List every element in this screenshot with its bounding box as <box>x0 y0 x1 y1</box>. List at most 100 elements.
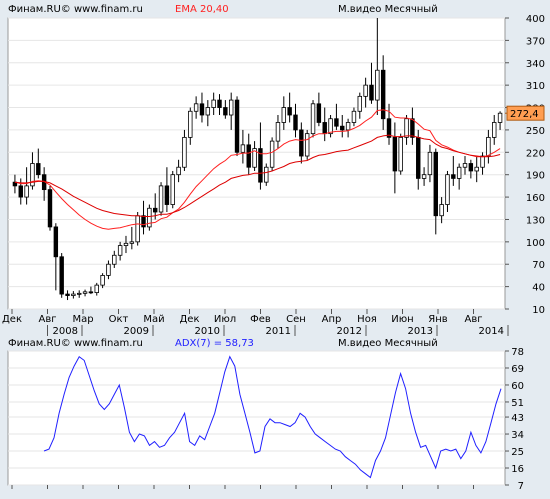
candle-body-up <box>269 140 275 168</box>
price-x-month-label: Янв <box>428 314 447 325</box>
candle-body-up <box>404 118 409 138</box>
candle-body-up <box>497 112 503 123</box>
candle-body-up <box>182 136 187 168</box>
adx-y-tick-label: 25 <box>511 447 524 458</box>
candle-body-down <box>380 69 386 120</box>
price-x-year-label: 2014 <box>479 326 504 337</box>
candle-body-up <box>427 151 433 176</box>
price-x-month-label: Сен <box>286 314 306 325</box>
candle-body-down <box>18 185 23 198</box>
candle-body-down <box>59 256 64 295</box>
candle-body-up <box>135 215 140 243</box>
candle <box>47 185 53 231</box>
candle <box>264 163 269 186</box>
candle-body-down <box>53 226 59 258</box>
candle-body-down <box>65 293 70 296</box>
candle <box>398 133 403 175</box>
candle <box>328 115 333 138</box>
top-source-label: Финам.RU© www.finam.ru <box>8 4 143 15</box>
candle-body-down <box>199 103 205 116</box>
candle-body-up <box>375 69 380 101</box>
candle-body-down <box>316 103 322 123</box>
candle-body-up <box>486 136 491 157</box>
price-x-year-label: 2009 <box>124 326 149 337</box>
candle <box>59 253 64 298</box>
price-x-month-label: Мар <box>72 314 93 325</box>
price-y-tick-label: 160 <box>526 193 545 204</box>
adx-y-tick-label: 34 <box>511 430 524 441</box>
candle-body-up <box>439 204 444 217</box>
price-x-year-label: 2012 <box>337 326 362 337</box>
price-y-tick-label: 310 <box>526 81 545 92</box>
candle-body-down <box>164 185 170 205</box>
price-x-month-label: Авг <box>39 314 57 325</box>
adx-y-tick-label: 7 <box>518 481 524 492</box>
candle-body-up <box>328 118 333 135</box>
candle <box>234 96 240 157</box>
price-y-tick-label: 190 <box>526 171 545 182</box>
price-x-month-label: Июн <box>391 314 413 325</box>
candle-body-down <box>152 207 158 213</box>
price-y-tick-label: 340 <box>526 59 545 70</box>
candle-body-up <box>421 174 427 179</box>
candle-body-down <box>468 163 474 172</box>
candle-body-up <box>94 284 99 293</box>
candle-body-up <box>456 166 462 179</box>
adx-y-tick-label: 69 <box>511 364 524 375</box>
candle-body-down <box>433 151 438 217</box>
candle-body-up <box>462 163 468 168</box>
candle-body-down <box>287 107 292 116</box>
price-x-year-label: 2010 <box>195 326 220 337</box>
candle <box>310 100 316 138</box>
adx-y-tick-label: 51 <box>511 398 524 409</box>
last-price-label: 272,4 <box>510 109 539 120</box>
candle-body-up <box>345 122 351 131</box>
candle-body-down <box>386 118 392 138</box>
candle-body-down <box>322 122 327 135</box>
candle-body-down <box>369 84 374 101</box>
candle-body-up <box>264 166 269 183</box>
candle-body-up <box>147 207 152 228</box>
candle <box>269 137 275 171</box>
price-x-month-label: Июл <box>214 314 236 325</box>
candle-body-up <box>24 185 29 198</box>
candle <box>304 129 310 160</box>
price-x-axis: Дек Авг Мар Окт Май Дек Июл Фев Сен Апр Ноя Июн Янв А… <box>2 309 550 337</box>
candle-body-down <box>141 215 146 228</box>
candle-body-down <box>223 107 228 116</box>
candle-body-up <box>188 110 193 138</box>
candle-body-down <box>299 129 304 157</box>
top-indicator-label: EMA 20,40 <box>175 4 229 15</box>
adx-y-tick-label: 60 <box>511 381 524 392</box>
candle-body-down <box>410 118 415 138</box>
candle-body-up <box>170 174 175 205</box>
candle-body-up <box>275 122 281 142</box>
candle-body-down <box>451 174 456 179</box>
candle-body-down <box>47 189 53 228</box>
candle-body-down <box>36 163 41 176</box>
adx-y-tick-label: 16 <box>511 464 524 475</box>
candle-body-up <box>82 291 88 294</box>
price-y-tick-label: 220 <box>526 148 545 159</box>
candle <box>158 182 164 216</box>
candle-body-down <box>246 144 251 168</box>
candle-body-up <box>106 263 111 276</box>
top-instrument-label: М.видео Месячный <box>338 4 438 15</box>
candle-body-down <box>416 136 421 179</box>
price-y-tick-label: 100 <box>526 238 545 249</box>
candle-body-up <box>474 166 479 172</box>
candle-body-down <box>392 136 398 172</box>
price-y-tick-label: 400 <box>526 14 545 25</box>
candle-body-up <box>77 292 82 295</box>
candle-body-up <box>112 254 117 265</box>
price-x-month-label: Апр <box>322 314 342 325</box>
candle-body-up <box>158 185 164 213</box>
price-x-year-label: 2013 <box>408 326 433 337</box>
candle-body-down <box>340 125 345 131</box>
adx-y-tick-label: 78 <box>511 347 524 358</box>
last-price-marker: 272,4 <box>505 105 545 121</box>
bottom-indicator-label: ADX(7) = 58,73 <box>175 338 254 349</box>
candle-body-up <box>228 99 234 116</box>
adx-plot-area <box>7 350 506 486</box>
price-x-month-label: Ноя <box>357 314 377 325</box>
